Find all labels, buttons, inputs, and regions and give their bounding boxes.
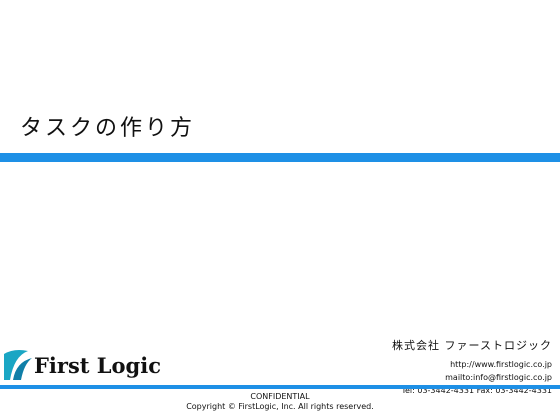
confidential-label: CONFIDENTIAL xyxy=(250,392,310,401)
title-divider xyxy=(0,153,560,162)
firstlogic-logo: First Logic xyxy=(4,348,161,382)
copyright-text: Copyright © FirstLogic, Inc. All rights … xyxy=(186,402,374,411)
footer-divider xyxy=(0,385,560,389)
logo-wave-icon xyxy=(4,350,32,380)
logo-text: First Logic xyxy=(34,353,162,378)
company-name: 株式会社 ファーストロジック xyxy=(392,339,552,352)
company-mail[interactable]: mailto:info@firstlogic.co.jp xyxy=(392,371,552,384)
footer-notice: CONFIDENTIAL Copyright © FirstLogic, Inc… xyxy=(0,392,560,412)
company-url[interactable]: http://www.firstlogic.co.jp xyxy=(392,358,552,371)
slide-title: タスクの作り方 xyxy=(20,116,196,141)
